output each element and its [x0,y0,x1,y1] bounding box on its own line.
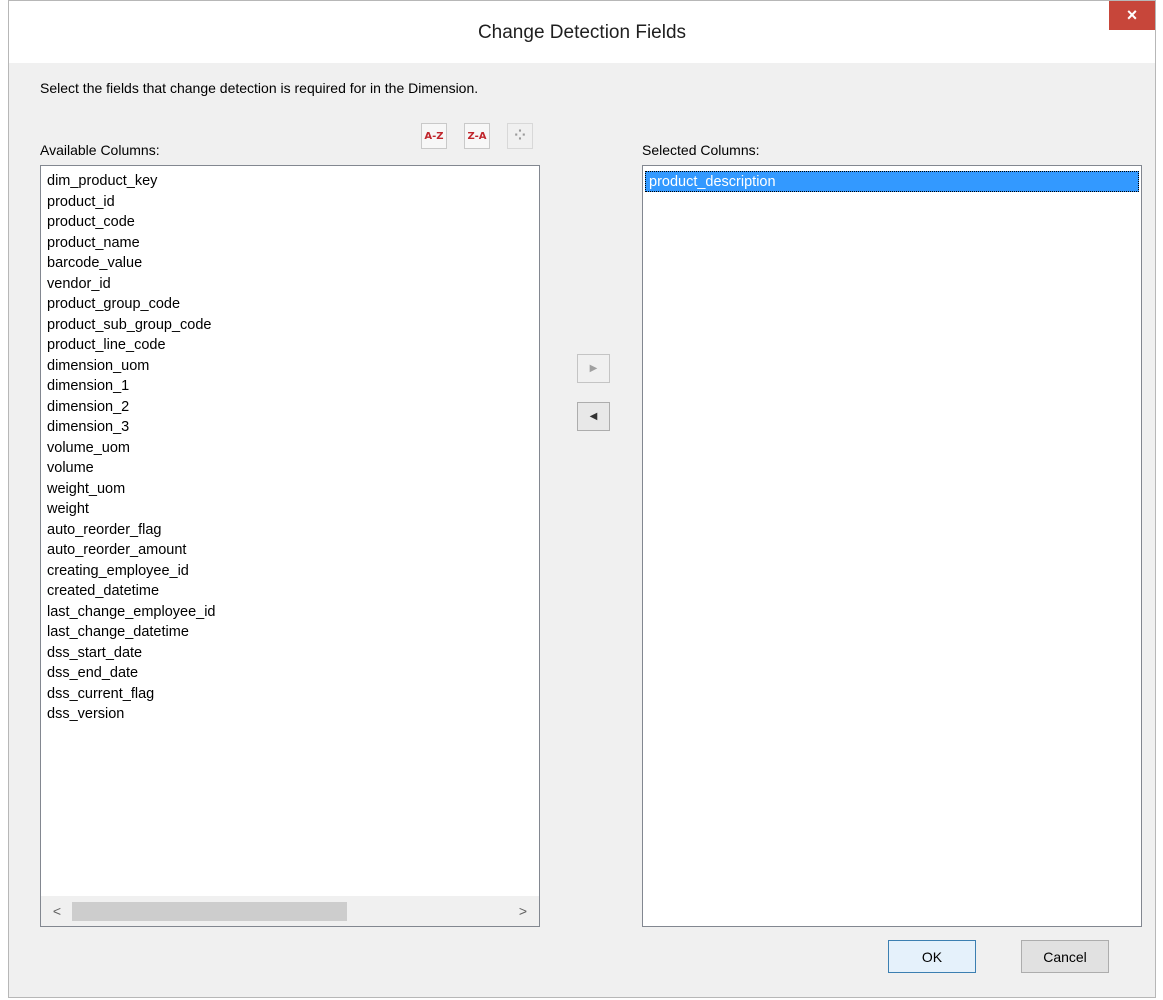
available-column-item[interactable]: product_id [41,192,539,213]
selected-columns-items: product_description [643,166,1141,192]
available-column-item[interactable]: vendor_id [41,274,539,295]
instruction-text: Select the fields that change detection … [40,80,479,96]
selected-columns-label: Selected Columns: [642,142,760,158]
available-column-item[interactable]: last_change_datetime [41,622,539,643]
available-column-item[interactable]: product_name [41,233,539,254]
available-column-item[interactable]: product_group_code [41,294,539,315]
available-column-item[interactable]: dss_end_date [41,663,539,684]
available-column-item[interactable]: dss_start_date [41,643,539,664]
dialog-body: Select the fields that change detection … [9,63,1155,997]
available-column-item[interactable]: product_sub_group_code [41,315,539,336]
available-column-item[interactable]: dimension_2 [41,397,539,418]
scroll-left-icon[interactable]: < [49,902,65,920]
available-column-item[interactable]: created_datetime [41,581,539,602]
selected-column-item[interactable]: product_description [645,171,1139,192]
sort-a-z-button[interactable]: A-Z [421,123,447,149]
arrow-left-icon: ◀ [589,411,598,422]
change-detection-dialog: Change Detection Fields × Select the fie… [8,0,1156,998]
available-column-item[interactable]: dss_version [41,704,539,725]
available-column-item[interactable]: product_line_code [41,335,539,356]
title-bar: Change Detection Fields × [9,1,1155,63]
available-column-item[interactable]: volume_uom [41,438,539,459]
available-columns-hscrollbar[interactable]: < > [40,896,540,927]
available-column-item[interactable]: dimension_1 [41,376,539,397]
available-columns-label: Available Columns: [40,142,160,158]
available-column-item[interactable]: auto_reorder_flag [41,520,539,541]
ok-button[interactable]: OK [888,940,976,973]
dialog-title: Change Detection Fields [477,22,687,43]
available-column-item[interactable]: dss_current_flag [41,684,539,705]
custom-sort-button[interactable]: ⁘ [507,123,533,149]
available-column-item[interactable]: dimension_3 [41,417,539,438]
available-column-item[interactable]: weight_uom [41,479,539,500]
available-columns-items: dim_product_key product_id product_code pro… [41,166,539,725]
available-column-item[interactable]: creating_employee_id [41,561,539,582]
available-column-item[interactable]: volume [41,458,539,479]
available-column-item[interactable]: barcode_value [41,253,539,274]
available-column-item[interactable]: dimension_uom [41,356,539,377]
available-column-item[interactable]: auto_reorder_amount [41,540,539,561]
scroll-right-icon[interactable]: > [515,902,531,920]
add-column-button[interactable]: ▶ [577,354,610,383]
available-column-item[interactable]: weight [41,499,539,520]
remove-column-button[interactable]: ◀ [577,402,610,431]
available-column-item[interactable]: dim_product_key [41,171,539,192]
available-column-item[interactable]: product_code [41,212,539,233]
available-column-item[interactable]: last_change_employee_id [41,602,539,623]
scroll-thumb[interactable] [72,902,347,921]
custom-sort-icon: ⁘ [514,128,526,144]
sort-z-a-button[interactable]: Z-A [464,123,490,149]
selected-columns-list[interactable]: product_description [642,165,1142,927]
arrow-right-icon: ▶ [589,363,598,374]
available-columns-list[interactable]: dim_product_key product_id product_code pro… [40,165,540,909]
cancel-button[interactable]: Cancel [1021,940,1109,973]
close-button[interactable]: × [1109,1,1155,30]
